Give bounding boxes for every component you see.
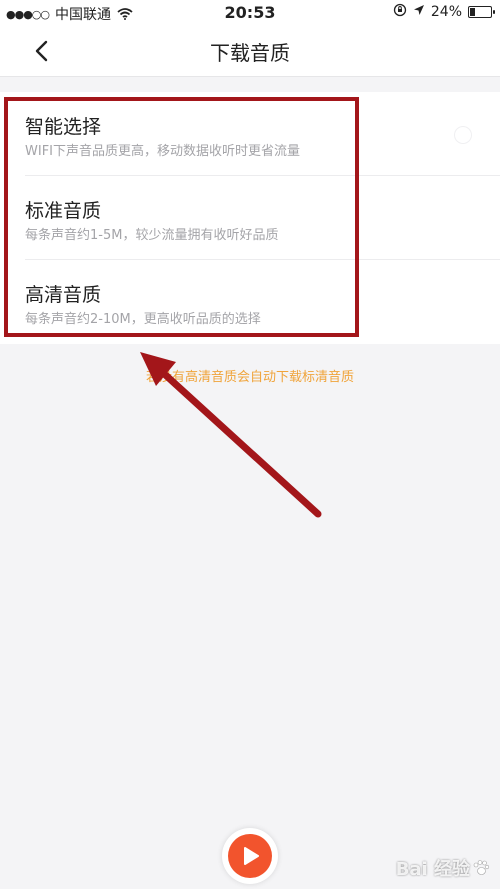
selection-indicator (454, 126, 472, 144)
option-description: WIFI下声音品质更高，移动数据收听时更省流量 (25, 144, 300, 159)
battery-percent: 24% (430, 4, 462, 20)
option-description: 每条声音约2-10M，更高收听品质的选择 (25, 312, 261, 327)
quality-options-list: 智能选择 WIFI下声音品质更高，移动数据收听时更省流量 标准音质 每条声音约1… (0, 92, 500, 344)
hd-fallback-notice: 若没有高清音质会自动下载标清音质 (145, 370, 354, 385)
option-title: 智能选择 (25, 116, 102, 138)
option-title: 标准音质 (25, 200, 102, 222)
paw-icon (472, 859, 490, 877)
option-smart-select[interactable]: 智能选择 WIFI下声音品质更高，移动数据收听时更省流量 (0, 92, 500, 176)
watermark-text: Bai 经验 (395, 859, 470, 880)
play-icon (244, 847, 259, 865)
status-right: 24% (393, 3, 495, 21)
play-button[interactable] (222, 828, 278, 884)
status-bar: ●●●○○ 中国联通 20:53 24% (0, 0, 500, 26)
option-title: 高清音质 (25, 284, 102, 306)
page-title: 下载音质 (210, 41, 290, 65)
nav-bar: 下载音质 (0, 26, 500, 77)
battery-icon (468, 6, 495, 18)
battery-fill (470, 8, 475, 16)
location-icon (413, 4, 425, 20)
option-standard-quality[interactable]: 标准音质 每条声音约1-5M，较少流量拥有收听好品质 (0, 176, 500, 260)
orientation-lock-icon (393, 3, 407, 21)
option-description: 每条声音约1-5M，较少流量拥有收听好品质 (25, 228, 279, 243)
play-button-inner (228, 834, 272, 878)
watermark: Bai 经验 (396, 855, 490, 881)
option-hd-quality[interactable]: 高清音质 每条声音约2-10M，更高收听品质的选择 (0, 260, 500, 344)
